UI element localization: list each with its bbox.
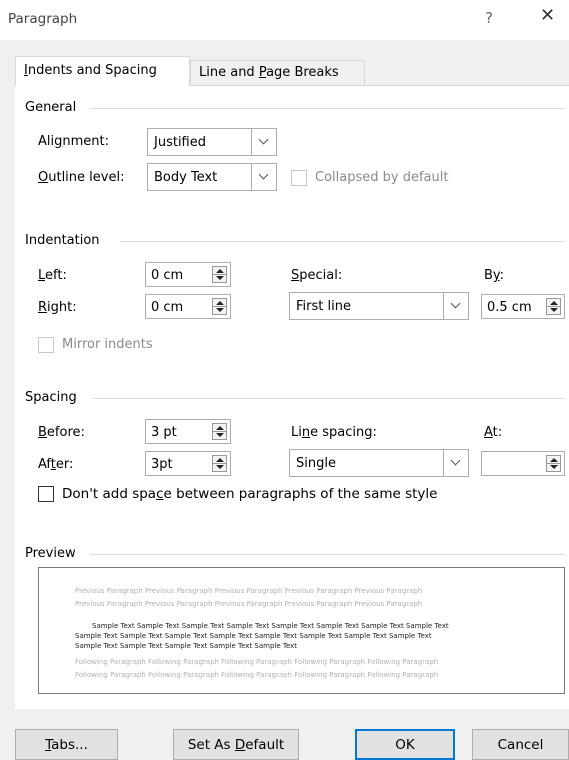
before-label: Before:	[38, 425, 85, 440]
outline-level-value: Body Text	[154, 170, 218, 185]
cancel-button[interactable]: Cancel	[472, 729, 569, 760]
by-label: By:	[484, 268, 505, 283]
spacing-after-value: 3pt	[151, 457, 173, 472]
at-spinner[interactable]	[481, 451, 565, 476]
preview-previous-line: Previous Paragraph Previous Paragraph Pr…	[75, 600, 423, 608]
indentation-divider	[120, 241, 565, 242]
preview-sample-line: Sample Text Sample Text Sample Text Samp…	[75, 642, 298, 650]
chevron-down-icon[interactable]	[251, 164, 276, 190]
right-indent-label: Right:	[38, 300, 77, 315]
line-spacing-value: Single	[296, 456, 336, 471]
dont-add-space-checkbox[interactable]	[38, 486, 54, 502]
set-as-default-button[interactable]: Set As Default	[173, 729, 299, 760]
collapsed-by-default-checkbox[interactable]	[291, 170, 307, 186]
preview-previous-line: Previous Paragraph Previous Paragraph Pr…	[75, 587, 423, 595]
tabs-button[interactable]: Tabs...	[15, 729, 118, 760]
help-icon[interactable]: ?	[485, 9, 493, 27]
dialog-title: Paragraph	[8, 11, 78, 27]
preview-divider	[90, 554, 565, 555]
collapsed-by-default-label: Collapsed by default	[315, 170, 449, 185]
left-indent-spinner[interactable]: 0 cm	[145, 262, 231, 287]
dont-add-space-label: Don't add space between paragraphs of th…	[62, 486, 438, 502]
indentation-heading: Indentation	[25, 233, 100, 248]
mirror-indents-label: Mirror indents	[62, 337, 153, 352]
chevron-down-icon[interactable]	[251, 129, 276, 155]
outline-level-label: Outline level:	[38, 170, 125, 185]
spacing-before-value: 3 pt	[151, 425, 177, 440]
left-indent-label: Left:	[38, 268, 67, 283]
by-spinner[interactable]: 0.5 cm	[481, 294, 565, 319]
chevron-down-icon[interactable]	[443, 293, 468, 319]
line-spacing-select[interactable]: Single	[289, 449, 469, 477]
tab-indents-and-spacing[interactable]: Indents and Spacing	[15, 56, 190, 86]
spin-arrows-icon[interactable]	[546, 455, 561, 472]
preview-heading: Preview	[25, 546, 76, 561]
left-indent-value: 0 cm	[151, 268, 184, 283]
special-label: Special:	[291, 268, 343, 283]
spacing-before-spinner[interactable]: 3 pt	[145, 419, 231, 444]
spacing-heading: Spacing	[25, 390, 77, 405]
preview-following-line: Following Paragraph Following Paragraph …	[75, 671, 439, 679]
alignment-value: Justified	[154, 135, 206, 150]
chevron-down-icon[interactable]	[443, 450, 468, 476]
close-icon[interactable]: ✕	[540, 7, 555, 25]
spin-arrows-icon[interactable]	[546, 298, 561, 315]
spin-arrows-icon[interactable]	[212, 423, 227, 440]
preview-following-line: Following Paragraph Following Paragraph …	[75, 658, 439, 666]
at-label: At:	[484, 425, 503, 440]
right-indent-value: 0 cm	[151, 300, 184, 315]
alignment-label: Alignment:	[38, 134, 110, 149]
tab-line-and-page-breaks[interactable]: Line and Page Breaks	[190, 60, 365, 86]
alignment-select[interactable]: Justified	[147, 128, 277, 156]
title-bar: Paragraph ? ✕	[0, 0, 569, 40]
after-label: After:	[38, 457, 74, 472]
special-select[interactable]: First line	[289, 292, 469, 320]
ok-button[interactable]: OK	[355, 729, 455, 760]
spin-arrows-icon[interactable]	[212, 298, 227, 315]
outline-level-select[interactable]: Body Text	[147, 163, 277, 191]
preview-sample-line: Sample Text Sample Text Sample Text Samp…	[75, 632, 432, 640]
spin-arrows-icon[interactable]	[212, 455, 227, 472]
spacing-after-spinner[interactable]: 3pt	[145, 451, 231, 476]
line-spacing-label: Line spacing:	[291, 425, 377, 440]
spin-arrows-icon[interactable]	[212, 266, 227, 283]
mirror-indents-checkbox[interactable]	[38, 337, 54, 353]
preview-box: Previous Paragraph Previous Paragraph Pr…	[38, 567, 565, 694]
general-divider	[90, 108, 565, 109]
spacing-divider	[92, 398, 565, 399]
special-value: First line	[296, 299, 351, 314]
by-value: 0.5 cm	[487, 300, 532, 315]
preview-sample-line: Sample Text Sample Text Sample Text Samp…	[92, 622, 449, 630]
general-heading: General	[25, 100, 77, 115]
right-indent-spinner[interactable]: 0 cm	[145, 294, 231, 319]
